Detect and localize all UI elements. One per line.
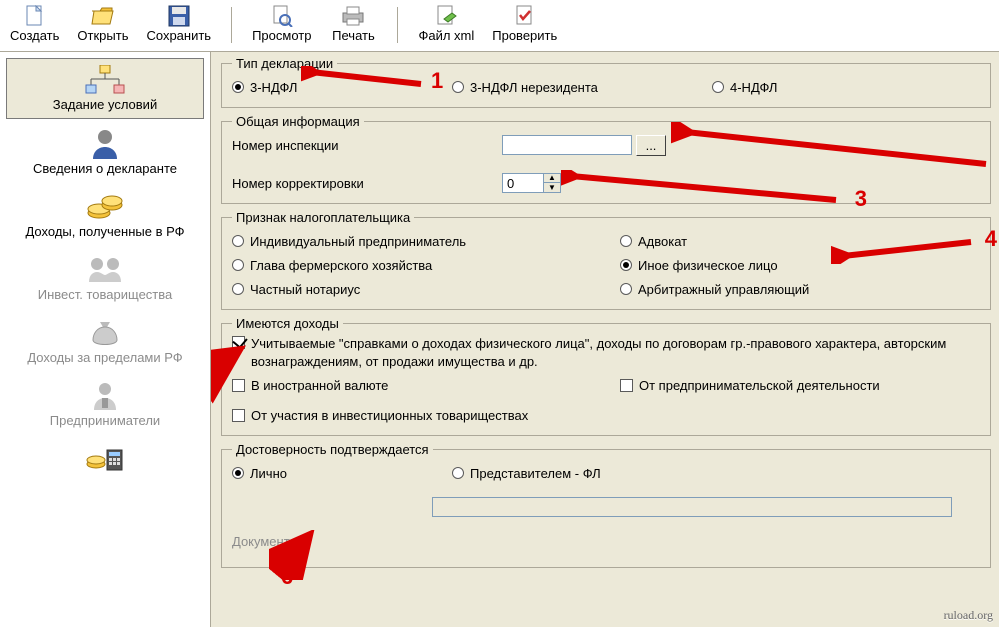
radio-rep[interactable]: Представителем - ФЛ xyxy=(452,466,601,481)
checkbox-icon xyxy=(232,409,245,422)
check-foreign[interactable]: В иностранной валюте xyxy=(232,378,388,393)
radio-icon xyxy=(232,467,244,479)
folder-open-icon xyxy=(90,5,116,27)
radio-3ndfl-nonres[interactable]: 3-НДФЛ нерезидента xyxy=(452,80,692,95)
radio-person[interactable]: Иное физическое лицо xyxy=(620,258,778,273)
floppy-icon xyxy=(166,5,192,27)
legend: Достоверность подтверждается xyxy=(232,442,433,457)
create-button[interactable]: Создать xyxy=(4,3,65,51)
xml-button[interactable]: Файл xml xyxy=(412,3,480,51)
radio-icon xyxy=(232,235,244,247)
flowchart-icon xyxy=(81,63,129,97)
radio-3ndfl[interactable]: 3-НДФЛ xyxy=(232,80,432,95)
radio-icon xyxy=(620,259,632,271)
toolbar: Создать Открыть Сохранить Просмотр Печат… xyxy=(0,0,999,52)
sidebar-label: Доходы, полученные в РФ xyxy=(25,224,184,239)
rep-name-input xyxy=(432,497,952,517)
sidebar-item-extra[interactable] xyxy=(0,436,210,476)
sidebar-label: Задание условий xyxy=(53,97,157,112)
radio-ip[interactable]: Индивидуальный предприниматель xyxy=(232,234,466,249)
toolbar-separator xyxy=(397,7,398,43)
check-button[interactable]: Проверить xyxy=(486,3,563,51)
checkbox-icon xyxy=(232,379,245,392)
preview-icon xyxy=(269,5,295,27)
radio-icon xyxy=(232,81,244,93)
doc-label: Документ xyxy=(232,534,432,549)
spin-down-icon[interactable]: ▼ xyxy=(544,183,560,192)
checkbox-icon xyxy=(232,336,245,349)
open-button[interactable]: Открыть xyxy=(71,3,134,51)
legend: Тип декларации xyxy=(232,56,337,71)
radio-arbitr[interactable]: Арбитражный управляющий xyxy=(620,282,809,297)
spin-up-icon[interactable]: ▲ xyxy=(544,174,560,183)
radio-icon xyxy=(232,283,244,295)
correction-input[interactable] xyxy=(502,173,544,193)
check-biz[interactable]: От предпринимательской деятельности xyxy=(620,378,880,393)
money-bag-icon xyxy=(81,316,129,350)
sidebar-item-conditions[interactable]: Задание условий xyxy=(6,58,204,119)
toolbar-separator xyxy=(231,7,232,43)
radio-notary[interactable]: Частный нотариус xyxy=(232,282,360,297)
printer-icon xyxy=(340,5,366,27)
businessman-icon xyxy=(81,379,129,413)
legend: Имеются доходы xyxy=(232,316,343,331)
group-general: Общая информация Номер инспекции ... Ном… xyxy=(221,114,991,204)
group-decl-type: Тип декларации 3-НДФЛ 3-НДФЛ нерезидента… xyxy=(221,56,991,108)
calculator-coins-icon xyxy=(81,442,129,476)
person-icon xyxy=(81,127,129,161)
group-taxpayer: Признак налогоплательщика Индивидуальный… xyxy=(221,210,991,310)
watermark: ruload.org xyxy=(944,608,993,623)
group-income: Имеются доходы Учитываемые "справками о … xyxy=(221,316,991,436)
radio-icon xyxy=(232,259,244,271)
radio-farm[interactable]: Глава фермерского хозяйства xyxy=(232,258,432,273)
checkbox-icon xyxy=(620,379,633,392)
group-trust: Достоверность подтверждается Лично Предс… xyxy=(221,442,991,568)
sidebar-item-invest: Инвест. товарищества xyxy=(0,247,210,310)
sidebar-label: Сведения о декларанте xyxy=(33,161,177,176)
sidebar-item-income-foreign: Доходы за пределами РФ xyxy=(0,310,210,373)
inspection-browse-button[interactable]: ... xyxy=(636,135,666,156)
check-icon xyxy=(512,5,538,27)
sidebar-label: Предприниматели xyxy=(50,413,160,428)
sidebar-item-income-rf[interactable]: Доходы, полученные в РФ xyxy=(0,184,210,247)
new-file-icon xyxy=(22,5,48,27)
sidebar-item-declarant[interactable]: Сведения о декларанте xyxy=(0,121,210,184)
radio-advocate[interactable]: Адвокат xyxy=(620,234,687,249)
correction-spinner[interactable]: ▲ ▼ xyxy=(502,173,561,193)
radio-icon xyxy=(620,283,632,295)
check-result[interactable]: Учитываемые "справками о доходах физичес… xyxy=(232,335,951,370)
check-invest[interactable]: От участия в инвестиционных товарищества… xyxy=(232,408,528,423)
coins-icon xyxy=(81,190,129,224)
print-button[interactable]: Печать xyxy=(323,3,383,51)
legend: Общая информация xyxy=(232,114,364,129)
sidebar: Задание условий Сведения о декларанте До… xyxy=(0,52,211,627)
radio-icon xyxy=(620,235,632,247)
correction-label: Номер корректировки xyxy=(232,176,502,191)
legend: Признак налогоплательщика xyxy=(232,210,414,225)
sidebar-label: Инвест. товарищества xyxy=(38,287,173,302)
radio-icon xyxy=(452,81,464,93)
content-panel: Тип декларации 3-НДФЛ 3-НДФЛ нерезидента… xyxy=(211,52,999,627)
xml-file-icon xyxy=(433,5,459,27)
inspection-input[interactable] xyxy=(502,135,632,155)
handshake-icon xyxy=(81,253,129,287)
radio-self[interactable]: Лично xyxy=(232,466,432,481)
radio-4ndfl[interactable]: 4-НДФЛ xyxy=(712,80,777,95)
radio-icon xyxy=(452,467,464,479)
inspection-label: Номер инспекции xyxy=(232,138,502,153)
main-area: Задание условий Сведения о декларанте До… xyxy=(0,52,999,627)
sidebar-item-entrepreneurs: Предприниматели xyxy=(0,373,210,436)
radio-icon xyxy=(712,81,724,93)
preview-button[interactable]: Просмотр xyxy=(246,3,317,51)
sidebar-label: Доходы за пределами РФ xyxy=(27,350,182,365)
save-button[interactable]: Сохранить xyxy=(140,3,217,51)
